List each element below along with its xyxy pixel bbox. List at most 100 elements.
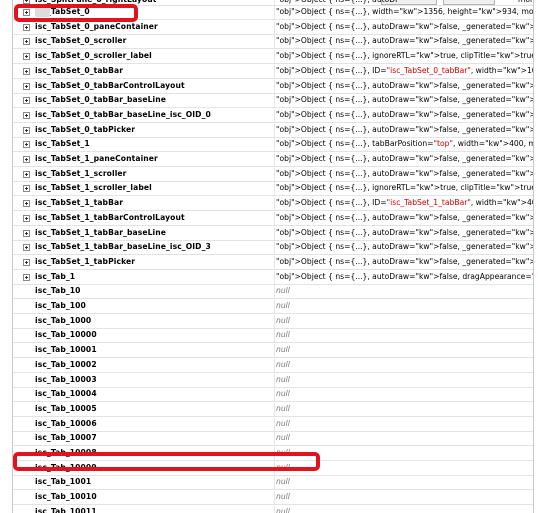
tree-row[interactable]: isc_Tab_10 null — [13, 285, 533, 300]
tree-row[interactable]: isc_Tab_10002 null — [13, 358, 533, 373]
expand-toggle-icon[interactable] — [23, 111, 30, 119]
property-value: null — [276, 477, 290, 487]
column-separator — [274, 182, 275, 196]
column-separator — [274, 344, 275, 358]
expand-toggle-icon[interactable] — [23, 244, 30, 252]
tree-row[interactable]: isc_Tab_1000 null — [13, 314, 533, 329]
property-name: isc_TabSet_0_paneContainer — [35, 21, 158, 31]
column-separator — [274, 285, 275, 299]
tree-row[interactable]: isc_Tab_10005 null — [13, 402, 533, 417]
tree-row-expandable[interactable]: isc_TabSet_1_tabBar "obj">Object { ns={..… — [13, 197, 533, 212]
column-separator — [274, 300, 275, 313]
property-name: isc_TabSet_0_tabPicker — [35, 124, 136, 134]
tree-row-expandable[interactable]: isc_TabSet_0_scroller "obj">Object { ns={… — [13, 35, 533, 50]
property-name: isc_Tab_10 — [35, 286, 81, 296]
property-name: isc_TabSet_0_tabBar_baseLine — [35, 95, 166, 105]
tree-row-expandable[interactable]: isc_TabSet_0_tabBar_baseLine_isc_OID_0 "o… — [13, 108, 533, 123]
tree-row[interactable]: isc_Tab_1001 null — [13, 476, 533, 491]
tree-row[interactable]: isc_Tab_10011 null — [13, 505, 533, 513]
expand-toggle-icon[interactable] — [23, 97, 30, 105]
property-value[interactable]: "obj">Object { ns={...}, tabBarPosition=… — [276, 139, 533, 148]
property-value[interactable]: "obj">Object { ns={...}, autoDraw="kw">f… — [276, 242, 533, 251]
tree-row-expandable[interactable]: isc_TabSet_1_tabBar_baseLine "obj">Object… — [13, 226, 533, 241]
property-value[interactable]: "obj">Object { ns={...}, autoDraw="kw">f… — [276, 154, 533, 163]
column-separator — [274, 153, 275, 166]
tree-row[interactable]: isc_Tab_10006 null — [13, 417, 533, 432]
property-value: null — [276, 389, 290, 399]
expand-toggle-icon[interactable] — [23, 23, 30, 31]
expand-toggle-icon[interactable] — [23, 273, 30, 281]
column-separator — [274, 373, 275, 387]
property-value[interactable]: "obj">Object { ns={...}, autoDraw="kw">f… — [276, 81, 533, 90]
expand-toggle-icon[interactable] — [23, 185, 30, 193]
property-value[interactable]: "obj">Object { ns={...}, ignoreRTL="kw">… — [276, 51, 533, 60]
tree-row-expandable[interactable]: isc_TabSet_1 "obj">Object { ns={...}, tab… — [13, 138, 533, 153]
property-value[interactable]: "obj">Object { ns={...}, autoDraw="kw">f… — [276, 22, 533, 31]
expand-toggle-icon[interactable] — [23, 229, 30, 237]
tree-row[interactable]: isc_Tab_10004 null — [13, 388, 533, 403]
tree-row[interactable]: isc_Tab_100 null — [13, 300, 533, 314]
column-separator — [274, 108, 275, 122]
property-value[interactable]: "obj">Object { ns={...}, autoDr — [276, 0, 398, 4]
property-value[interactable]: "obj">Object { ns={...}, ignoreRTL="kw">… — [276, 183, 533, 192]
property-value[interactable]: "obj">Object { ns={...}, ID="isc_TabSet_… — [276, 198, 533, 207]
tree-row-expandable[interactable]: isc_TabSet_0_paneContainer "obj">Object {… — [13, 20, 533, 35]
property-value: null — [276, 418, 290, 428]
column-separator — [274, 226, 275, 240]
column-separator — [274, 329, 275, 343]
tree-row-expandable[interactable]: isc_TabSet_0_tabBar "obj">Object { ns={..… — [13, 64, 533, 79]
property-name: isc_TabSet_1_tabBarControlLayout — [35, 212, 185, 222]
property-value[interactable]: "obj">Object { ns={...}, autoDraw="kw">f… — [276, 257, 533, 266]
expand-toggle-icon[interactable] — [23, 82, 30, 90]
column-separator — [274, 123, 275, 137]
tree-row-expandable[interactable]: isc_TabSet_1_tabPicker "obj">Object { ns=… — [13, 255, 533, 270]
property-value: null — [276, 506, 290, 513]
tree-row-expandable[interactable]: isc_TabSet_1_scroller "obj">Object { ns={… — [13, 167, 533, 182]
tree-row-expandable[interactable]: isc_TabSet_0_tabBarControlLayout "obj">Ob… — [13, 79, 533, 94]
property-value[interactable]: "obj">Object { ns={...}, autoDraw="kw">f… — [276, 110, 533, 119]
tree-row-expandable[interactable]: isc_TabSet_0_tabPicker "obj">Object { ns=… — [13, 123, 533, 138]
property-name: isc_Tab_10003 — [35, 374, 97, 384]
property-value[interactable]: "obj">Object { ns={...}, width="kw">1356… — [276, 7, 533, 16]
tree-row-expandable[interactable]: isc_TabSet_1_tabBarControlLayout "obj">Ob… — [13, 211, 533, 226]
property-name: isc_Tab_10006 — [35, 418, 97, 428]
property-name: isc_Tab_100 — [35, 301, 86, 310]
tree-row-expandable[interactable]: isc_TabSet_0_tabBar_baseLine "obj">Object… — [13, 94, 533, 109]
property-value[interactable]: "obj">Object { ns={...}, autoDraw="kw">f… — [276, 272, 533, 281]
property-name: isc_Tab_1 — [35, 271, 76, 281]
property-value[interactable]: "obj">Object { ns={...}, autoDraw="kw">f… — [276, 213, 533, 222]
tree-row-expandable[interactable]: isc_TabSet_1_scroller_label "obj">Object … — [13, 182, 533, 197]
column-separator — [274, 138, 275, 152]
expand-toggle-icon[interactable] — [23, 156, 30, 163]
property-value[interactable]: "obj">Object { ns={...}, autoDraw="kw">f… — [276, 228, 533, 237]
tree-row-expandable[interactable]: isc_TabSet_1_paneContainer "obj">Object {… — [13, 153, 533, 167]
expand-toggle-icon[interactable] — [23, 170, 30, 178]
expand-toggle-icon[interactable] — [23, 53, 30, 61]
expand-toggle-icon[interactable] — [23, 67, 30, 75]
property-name: isc_TabSet_1 — [35, 139, 90, 149]
tree-row-expandable[interactable]: isc_TabSet_1_tabBar_baseLine_isc_OID_3 "o… — [13, 241, 533, 256]
expand-toggle-icon[interactable] — [23, 126, 30, 134]
tree-row[interactable]: isc_Tab_10000 null — [13, 329, 533, 344]
tree-row[interactable]: isc_Tab_10001 null — [13, 344, 533, 359]
tree-row[interactable]: isc_Tab_10007 null — [13, 432, 533, 447]
expand-toggle-icon[interactable] — [23, 214, 30, 222]
property-value[interactable]: "obj">Object { ns={...}, autoDraw="kw">f… — [276, 36, 533, 45]
expand-toggle-icon[interactable] — [23, 200, 30, 208]
property-value: null — [276, 359, 290, 369]
property-value[interactable]: "obj">Object { ns={...}, autoDraw="kw">f… — [276, 169, 533, 178]
property-value: null — [276, 315, 290, 325]
column-separator — [274, 388, 275, 402]
property-name: isc_Tab_10001 — [35, 345, 97, 355]
expand-toggle-icon[interactable] — [23, 38, 30, 46]
property-value[interactable]: "obj">Object { ns={...}, autoDraw="kw">f… — [276, 95, 533, 104]
expand-toggle-icon[interactable] — [23, 258, 30, 266]
tree-row[interactable]: isc_Tab_10010 null — [13, 491, 533, 506]
property-value[interactable]: "obj">Object { ns={...}, ID="isc_TabSet_… — [276, 66, 533, 75]
property-value: null — [276, 374, 290, 384]
tree-row-expandable[interactable]: isc_Tab_1 "obj">Object { ns={...}, autoDr… — [13, 270, 533, 285]
property-value[interactable]: "obj">Object { ns={...}, autoDraw="kw">f… — [276, 125, 533, 134]
tree-row-expandable[interactable]: isc_TabSet_0_scroller_label "obj">Object … — [13, 50, 533, 65]
tree-row[interactable]: isc_Tab_10003 null — [13, 373, 533, 388]
expand-toggle-icon[interactable] — [23, 141, 30, 149]
